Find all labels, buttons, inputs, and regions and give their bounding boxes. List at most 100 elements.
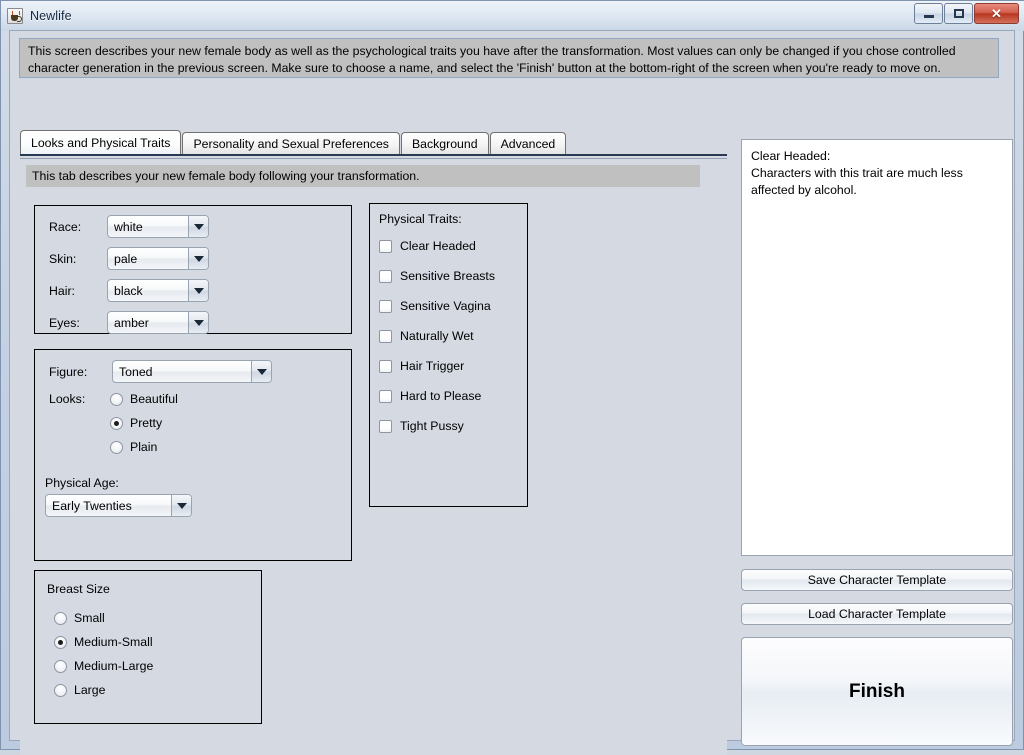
chevron-down-icon[interactable] [171, 495, 191, 516]
eyes-row: Eyes: amber [49, 311, 209, 334]
breast-option-label: Medium-Small [74, 635, 153, 649]
hair-combobox[interactable]: black [107, 279, 209, 302]
radio-icon[interactable] [54, 683, 67, 697]
appearance-panel: Race: white Skin: pale Hair: black Eyes:… [34, 205, 352, 334]
breast-size-title: Breast Size [47, 582, 110, 596]
skin-combobox[interactable]: pale [107, 247, 209, 270]
radio-icon-selected[interactable] [110, 416, 123, 430]
figure-value: Toned [119, 364, 153, 379]
maximize-button[interactable] [944, 3, 973, 24]
tab-content-inner: This tab describes your new female body … [20, 158, 727, 755]
finish-button[interactable]: Finish [741, 637, 1013, 746]
trait-label: Hair Trigger [400, 359, 465, 373]
trait-label: Sensitive Vagina [400, 299, 491, 313]
hair-label: Hair: [49, 283, 75, 298]
physical-age-label: Physical Age: [45, 476, 119, 490]
hair-row: Hair: black [49, 279, 209, 302]
client-area: This screen describes your new female bo… [9, 30, 1015, 755]
chevron-down-icon[interactable] [188, 216, 208, 237]
breast-option-label: Medium-Large [74, 659, 154, 673]
java-cup-icon [7, 7, 23, 24]
tab-content-pane: This tab describes your new female body … [20, 154, 727, 755]
window-controls: ✕ [914, 3, 1019, 24]
race-combobox[interactable]: white [107, 215, 209, 238]
tab-personality-and-sexual-preferences[interactable]: Personality and Sexual Preferences [182, 132, 400, 154]
race-row: Race: white [49, 215, 209, 238]
radio-icon[interactable] [54, 611, 67, 625]
checkbox-icon[interactable] [379, 389, 392, 403]
trait-description-body: Characters with this trait are much less… [751, 166, 963, 197]
tab-label: Background [411, 136, 478, 151]
checkbox-icon[interactable] [379, 239, 392, 253]
tab-looks-and-physical-traits[interactable]: Looks and Physical Traits [20, 130, 182, 154]
physical-age-combobox[interactable]: Early Twenties [45, 494, 192, 517]
looks-label: Looks: [49, 392, 86, 406]
looks-option-label: Beautiful [130, 392, 178, 406]
checkbox-icon[interactable] [379, 419, 392, 433]
physical-traits-title: Physical Traits: [379, 212, 462, 226]
figure-row: Figure: Toned [49, 360, 272, 383]
window-title: Newlife [30, 8, 72, 23]
trait-naturally-wet[interactable]: Naturally Wet [379, 329, 474, 343]
trait-sensitive-breasts[interactable]: Sensitive Breasts [379, 269, 495, 283]
radio-icon[interactable] [110, 392, 123, 406]
physical-age-value: Early Twenties [52, 498, 132, 513]
trait-label: Naturally Wet [400, 329, 474, 343]
trait-clear-headed[interactable]: Clear Headed [379, 239, 476, 253]
titlebar: Newlife ✕ [1, 1, 1023, 30]
info-banner: This screen describes your new female bo… [19, 38, 999, 78]
load-button-label: Load Character Template [808, 607, 946, 621]
breast-option-large[interactable]: Large [54, 683, 105, 697]
trait-label: Clear Headed [400, 239, 476, 253]
trait-sensitive-vagina[interactable]: Sensitive Vagina [379, 299, 491, 313]
trait-label: Hard to Please [400, 389, 482, 403]
looks-option-label: Plain [130, 440, 158, 454]
checkbox-icon[interactable] [379, 269, 392, 283]
breast-option-medium-small[interactable]: Medium-Small [54, 635, 153, 649]
hair-value: black [114, 283, 143, 298]
tab-label: Looks and Physical Traits [31, 135, 171, 150]
application-window: Newlife ✕ This screen describes your new… [0, 0, 1024, 755]
breast-option-label: Small [74, 611, 105, 625]
checkbox-icon[interactable] [379, 299, 392, 313]
trait-description-heading: Clear Headed: [751, 149, 831, 163]
chevron-down-icon[interactable] [188, 280, 208, 301]
tabstrip: Looks and Physical Traits Personality an… [20, 130, 727, 154]
trait-description-box: Clear Headed: Characters with this trait… [741, 139, 1013, 556]
breast-option-label: Large [74, 683, 106, 697]
load-character-template-button[interactable]: Load Character Template [741, 603, 1013, 625]
figure-combobox[interactable]: Toned [112, 360, 272, 383]
trait-hair-trigger[interactable]: Hair Trigger [379, 359, 464, 373]
checkbox-icon[interactable] [379, 359, 392, 373]
chevron-down-icon[interactable] [188, 248, 208, 269]
minimize-button[interactable] [914, 3, 943, 24]
close-icon: ✕ [991, 6, 1002, 21]
eyes-combobox[interactable]: amber [107, 311, 209, 334]
tab-background[interactable]: Background [400, 132, 489, 154]
trait-label: Tight Pussy [400, 419, 464, 433]
race-value: white [114, 219, 143, 234]
physical-traits-panel: Physical Traits: Clear Headed Sensitive … [369, 203, 528, 507]
looks-option-pretty[interactable]: Pretty [110, 416, 162, 430]
breast-option-small[interactable]: Small [54, 611, 105, 625]
figure-label: Figure: [49, 364, 88, 379]
trait-tight-pussy[interactable]: Tight Pussy [379, 419, 464, 433]
breast-option-medium-large[interactable]: Medium-Large [54, 659, 153, 673]
minimize-icon [923, 15, 934, 18]
radio-icon-selected[interactable] [54, 635, 67, 649]
chevron-down-icon[interactable] [251, 361, 271, 382]
tab-label: Advanced [500, 136, 556, 151]
checkbox-icon[interactable] [379, 329, 392, 343]
chevron-down-icon[interactable] [188, 312, 208, 333]
close-button[interactable]: ✕ [974, 3, 1019, 24]
radio-icon[interactable] [54, 659, 67, 673]
save-character-template-button[interactable]: Save Character Template [741, 569, 1013, 591]
radio-icon[interactable] [110, 440, 123, 454]
tab-label: Personality and Sexual Preferences [193, 136, 389, 151]
looks-option-beautiful[interactable]: Beautiful [110, 392, 178, 406]
trait-hard-to-please[interactable]: Hard to Please [379, 389, 481, 403]
tab-advanced[interactable]: Advanced [489, 132, 567, 154]
looks-option-plain[interactable]: Plain [110, 440, 157, 454]
breast-size-panel: Breast Size Small Medium-Small Medium-La… [34, 570, 262, 724]
save-button-label: Save Character Template [807, 573, 947, 587]
